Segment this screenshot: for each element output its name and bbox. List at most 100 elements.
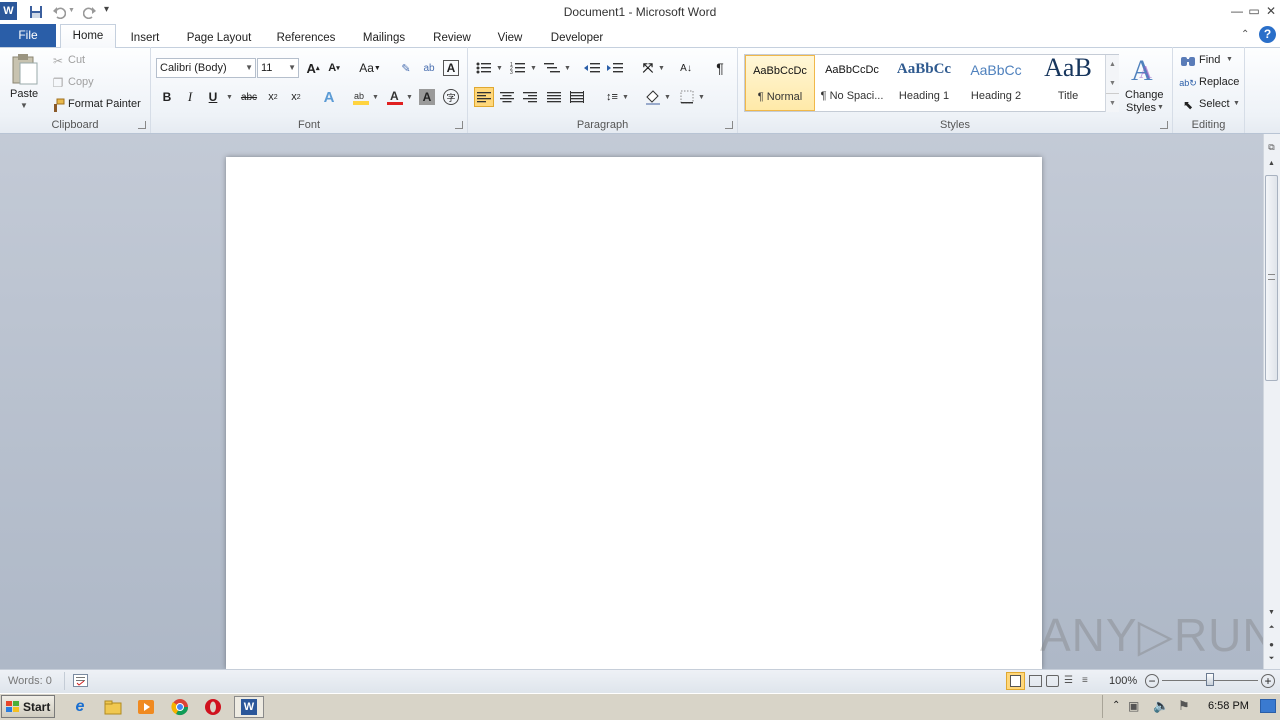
style-heading-2[interactable]: AaBbCc Heading 2 xyxy=(961,55,1031,109)
chrome-icon[interactable] xyxy=(168,696,192,718)
change-styles-dropdown-icon[interactable]: ▼ xyxy=(1157,104,1164,111)
align-right-icon[interactable] xyxy=(520,87,540,107)
close-icon[interactable]: ✕ xyxy=(1260,2,1280,20)
sort-icon[interactable]: A↓ xyxy=(676,58,696,78)
show-desktop-icon[interactable] xyxy=(1260,699,1276,713)
underline-dropdown-icon[interactable]: ▼ xyxy=(226,94,233,101)
align-center-icon[interactable] xyxy=(497,87,517,107)
zoom-in-icon[interactable]: + xyxy=(1261,674,1275,688)
numbering-icon[interactable]: 123 xyxy=(508,58,528,78)
tab-insert[interactable]: Insert xyxy=(124,28,166,48)
styles-launcher-icon[interactable] xyxy=(1160,121,1168,129)
file-explorer-icon[interactable] xyxy=(101,696,125,718)
shading-dropdown-icon[interactable]: ▼ xyxy=(664,94,671,101)
show-hidden-icons-icon[interactable]: ⌃ xyxy=(1112,700,1120,711)
font-size-dropdown-icon[interactable]: ▼ xyxy=(288,59,296,77)
paste-icon[interactable] xyxy=(10,53,40,87)
change-styles-label-1[interactable]: Change xyxy=(1125,89,1164,101)
highlight-icon[interactable]: ab xyxy=(351,87,371,107)
clock[interactable]: 6:58 PM xyxy=(1208,700,1249,712)
change-styles-label-2[interactable]: Styles xyxy=(1126,102,1156,114)
distributed-icon[interactable] xyxy=(567,87,587,107)
character-border-icon[interactable]: A xyxy=(443,60,459,76)
bullets-dropdown-icon[interactable]: ▼ xyxy=(496,65,503,72)
bullets-icon[interactable] xyxy=(474,58,494,78)
asian-layout-dropdown-icon[interactable]: ▼ xyxy=(658,65,665,72)
zoom-out-icon[interactable]: − xyxy=(1145,674,1159,688)
strikethrough-icon[interactable]: abc xyxy=(239,87,259,107)
action-center-flag-icon[interactable]: ⚑ xyxy=(1178,698,1190,714)
styles-more-icon[interactable]: ▼ xyxy=(1106,93,1119,113)
paste-dropdown-icon[interactable]: ▼ xyxy=(20,101,28,110)
previous-page-icon[interactable]: ⏶ xyxy=(1265,624,1278,636)
media-player-icon[interactable] xyxy=(134,696,158,718)
select-button[interactable]: Select xyxy=(1199,98,1230,110)
font-launcher-icon[interactable] xyxy=(455,121,463,129)
clipboard-launcher-icon[interactable] xyxy=(138,121,146,129)
proofing-icon[interactable] xyxy=(73,674,88,687)
zoom-slider-thumb[interactable] xyxy=(1206,673,1214,686)
borders-icon[interactable] xyxy=(677,87,697,107)
volume-icon[interactable]: 🔈 xyxy=(1153,698,1169,714)
borders-dropdown-icon[interactable]: ▼ xyxy=(698,94,705,101)
font-name-combo[interactable]: Calibri (Body) ▼ xyxy=(156,58,256,78)
phonetic-guide-icon[interactable]: ab xyxy=(419,58,439,78)
highlight-dropdown-icon[interactable]: ▼ xyxy=(372,94,379,101)
show-formatting-marks-icon[interactable]: ¶ xyxy=(710,58,730,78)
tab-references[interactable]: References xyxy=(270,28,342,48)
multilevel-dropdown-icon[interactable]: ▼ xyxy=(564,65,571,72)
italic-icon[interactable]: I xyxy=(180,87,200,107)
browse-object-icon[interactable]: ● xyxy=(1265,640,1278,652)
text-effects-icon[interactable]: A xyxy=(319,87,339,107)
tab-view[interactable]: View xyxy=(490,28,530,48)
paragraph-launcher-icon[interactable] xyxy=(725,121,733,129)
style-normal[interactable]: AaBbCcDc ¶ Normal xyxy=(745,55,815,111)
align-left-icon[interactable] xyxy=(474,87,494,107)
underline-icon[interactable]: U xyxy=(203,87,223,107)
ruler-toggle-icon[interactable]: ⧉ xyxy=(1265,142,1278,156)
multilevel-list-icon[interactable] xyxy=(542,58,562,78)
copy-button[interactable]: Copy xyxy=(68,76,94,88)
clear-formatting-icon[interactable]: ✎ xyxy=(396,58,416,78)
zoom-level[interactable]: 100% xyxy=(1109,675,1137,687)
network-icon[interactable]: ▣ xyxy=(1128,699,1139,713)
font-name-dropdown-icon[interactable]: ▼ xyxy=(245,59,253,77)
internet-explorer-icon[interactable]: e xyxy=(68,696,92,718)
cut-button[interactable]: Cut xyxy=(68,54,85,66)
scroll-down-icon[interactable]: ▼ xyxy=(1265,609,1278,621)
style-heading-1[interactable]: AaBbCc Heading 1 xyxy=(889,55,959,109)
font-size-combo[interactable]: 11 ▼ xyxy=(257,58,299,78)
format-painter-button[interactable]: Format Painter xyxy=(68,98,141,110)
bold-icon[interactable]: B xyxy=(157,87,177,107)
shrink-font-icon[interactable]: A ▾ xyxy=(324,58,344,78)
help-icon[interactable]: ? xyxy=(1259,26,1276,43)
decrease-indent-icon[interactable] xyxy=(582,58,602,78)
character-shading-icon[interactable]: A xyxy=(419,89,435,105)
styles-scroll-up-icon[interactable]: ▲ xyxy=(1106,55,1119,74)
tab-file[interactable]: File xyxy=(0,24,56,47)
scroll-up-icon[interactable]: ▲ xyxy=(1265,160,1278,172)
change-case-icon[interactable]: Aa ▼ xyxy=(356,58,384,78)
style-no-spacing[interactable]: AaBbCcDc ¶ No Spaci... xyxy=(817,55,887,109)
document-page[interactable] xyxy=(226,157,1042,669)
style-title[interactable]: AaB Title xyxy=(1033,53,1103,109)
enclose-characters-icon[interactable]: 字 xyxy=(443,89,459,105)
line-spacing-dropdown-icon[interactable]: ▼ xyxy=(622,94,629,101)
find-dropdown-icon[interactable]: ▼ xyxy=(1226,56,1233,63)
minimize-ribbon-icon[interactable]: ⌃ xyxy=(1241,29,1249,40)
line-spacing-icon[interactable]: ↕≡ xyxy=(602,87,622,107)
asian-layout-icon[interactable]: ⤧ xyxy=(638,58,658,78)
font-color-icon[interactable]: A xyxy=(385,87,405,107)
numbering-dropdown-icon[interactable]: ▼ xyxy=(530,65,537,72)
superscript-icon[interactable]: x2 xyxy=(286,87,306,107)
shading-icon[interactable] xyxy=(643,87,663,107)
web-layout-icon[interactable] xyxy=(1046,675,1059,687)
outline-view-icon[interactable]: ☰ xyxy=(1064,675,1077,687)
word-taskbar-button[interactable]: W xyxy=(234,696,264,718)
tab-review[interactable]: Review xyxy=(427,28,477,48)
increase-indent-icon[interactable] xyxy=(605,58,625,78)
draft-view-icon[interactable]: ≡ xyxy=(1082,675,1095,687)
opera-icon[interactable] xyxy=(201,696,225,718)
subscript-icon[interactable]: x2 xyxy=(263,87,283,107)
font-color-dropdown-icon[interactable]: ▼ xyxy=(406,94,413,101)
